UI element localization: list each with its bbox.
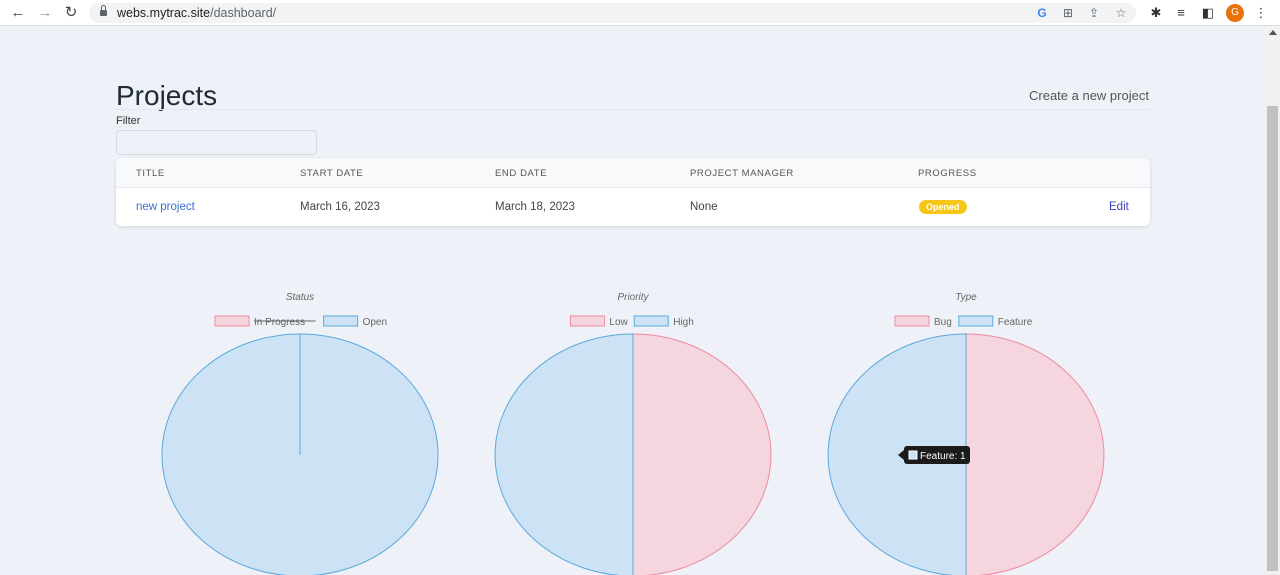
scroll-up-icon[interactable]	[1269, 30, 1277, 35]
legend-swatch	[633, 315, 669, 327]
pie-slice-high[interactable]	[494, 333, 634, 575]
legend-label: In Progress	[254, 317, 305, 328]
status-chart-title: Status	[286, 292, 314, 303]
legend-swatch	[214, 315, 250, 327]
legend-swatch	[323, 315, 359, 327]
legend-label: Low	[609, 317, 628, 328]
type-pie-chart: Type Bug Feature Feature: 1	[827, 292, 1105, 575]
legend-label: High	[673, 317, 694, 328]
legend-item-in-progress[interactable]: In Progress	[214, 315, 316, 328]
legend-label: Feature	[998, 317, 1033, 328]
priority-pie-chart: Priority Low High	[494, 292, 772, 575]
legend-swatch	[958, 315, 994, 327]
legend-item-open[interactable]: Open	[323, 315, 387, 328]
status-pie-chart: Status In Progress Open	[161, 292, 439, 575]
legend-item-high[interactable]: High	[633, 315, 694, 328]
chart-tooltip: Feature: 1	[898, 446, 970, 464]
charts-area: Status In Progress Open Priority Low High Type…	[161, 292, 1105, 575]
pie-slice-bug[interactable]	[965, 333, 1105, 575]
tooltip-swatch	[908, 450, 918, 460]
legend-item-bug[interactable]: Bug	[894, 315, 952, 328]
legend-item-feature[interactable]: Feature	[958, 315, 1033, 328]
pie-slice-low[interactable]	[632, 333, 772, 575]
type-chart-title: Type	[955, 292, 977, 303]
legend-swatch	[894, 315, 930, 327]
legend-label: Bug	[934, 317, 952, 328]
legend-swatch	[569, 315, 605, 327]
scroll-thumb[interactable]	[1267, 106, 1278, 571]
page-scrollbar[interactable]	[1265, 26, 1280, 575]
priority-chart-title: Priority	[617, 292, 649, 303]
legend-item-low[interactable]: Low	[569, 315, 629, 328]
legend-label: Open	[363, 317, 387, 328]
tooltip-text: Feature: 1	[920, 451, 966, 462]
